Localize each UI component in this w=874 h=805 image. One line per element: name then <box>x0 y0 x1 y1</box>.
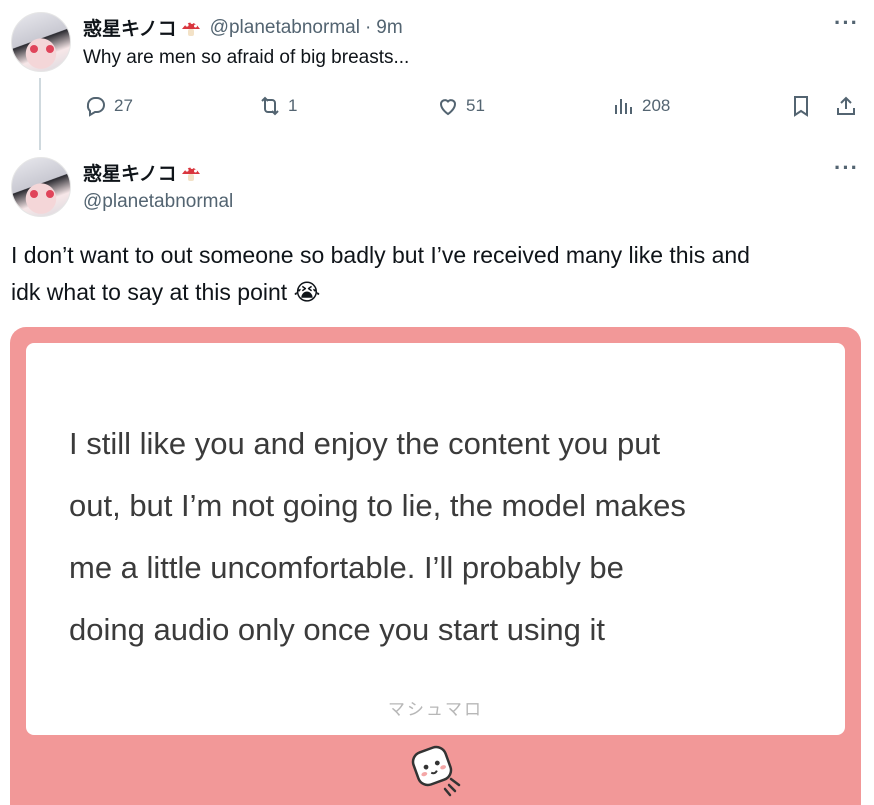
reply-avatar[interactable] <box>11 12 71 72</box>
bookmark-icon <box>794 96 808 117</box>
main-avatar[interactable] <box>11 157 71 217</box>
marshmallow-brand-label: マシュマロ <box>388 700 483 719</box>
reply-handle[interactable]: @planetabnormal <box>210 17 360 39</box>
reply-separator: · <box>364 16 372 38</box>
message-line: me a little uncomfortable. I’ll probably… <box>69 550 624 585</box>
reply-count: 27 <box>114 96 133 115</box>
crying-emoji: 😭 <box>293 279 321 305</box>
share-button[interactable] <box>834 94 858 118</box>
retweet-button[interactable]: 1 <box>258 94 297 118</box>
message-line: I still like you and enjoy the content y… <box>69 426 661 461</box>
more-dots-icon: ··· <box>834 155 859 180</box>
reply-display-name[interactable]: 惑星キノコ <box>83 14 177 41</box>
retweet-icon <box>261 96 279 116</box>
reply-timestamp[interactable]: 9m <box>376 17 402 39</box>
main-tweet-line-2-text: idk what to say at this point <box>11 279 288 305</box>
reply-icon <box>86 97 105 117</box>
bookmark-button[interactable] <box>789 94 813 118</box>
thread-connector-line <box>39 78 41 150</box>
message-line: doing audio only once you start using it <box>69 612 605 647</box>
main-tweet-text: I don’t want to out someone so badly but… <box>11 237 871 311</box>
like-count: 51 <box>466 96 485 115</box>
marshmallow-message: I still like you and enjoy the content y… <box>69 413 809 661</box>
message-line: out, but I’m not going to lie, the model… <box>69 488 686 523</box>
mushroom-icon <box>181 20 200 36</box>
views-button[interactable]: 208 <box>612 94 670 118</box>
main-handle[interactable]: @planetabnormal <box>83 191 233 213</box>
reply-text: Why are men so afraid of big breasts... <box>83 47 410 68</box>
main-tweet-line-2: idk what to say at this point 😭 <box>11 274 871 311</box>
reply-more-button[interactable]: ··· <box>834 10 859 36</box>
main-more-button[interactable]: ··· <box>834 155 859 181</box>
marshmallow-logo-icon <box>411 745 461 797</box>
reply-button[interactable]: 27 <box>84 94 133 118</box>
main-display-name-row: 惑星キノコ <box>83 159 202 186</box>
main-tweet-line-1: I don’t want to out someone so badly but… <box>11 242 750 268</box>
like-button[interactable]: 51 <box>436 94 485 118</box>
marshmallow-message-box: I still like you and enjoy the content y… <box>26 343 845 735</box>
marshmallow-image-card[interactable]: I still like you and enjoy the content y… <box>10 327 861 805</box>
more-dots-icon: ··· <box>834 10 859 35</box>
main-display-name[interactable]: 惑星キノコ <box>83 159 177 186</box>
views-count: 208 <box>642 96 671 115</box>
mushroom-icon <box>181 165 200 181</box>
views-chart-icon <box>615 99 632 114</box>
reply-header: 惑星キノコ @planetabnormal · 9m <box>83 14 403 41</box>
retweet-count: 1 <box>288 96 298 115</box>
share-icon <box>837 96 855 115</box>
heart-icon <box>439 99 457 116</box>
